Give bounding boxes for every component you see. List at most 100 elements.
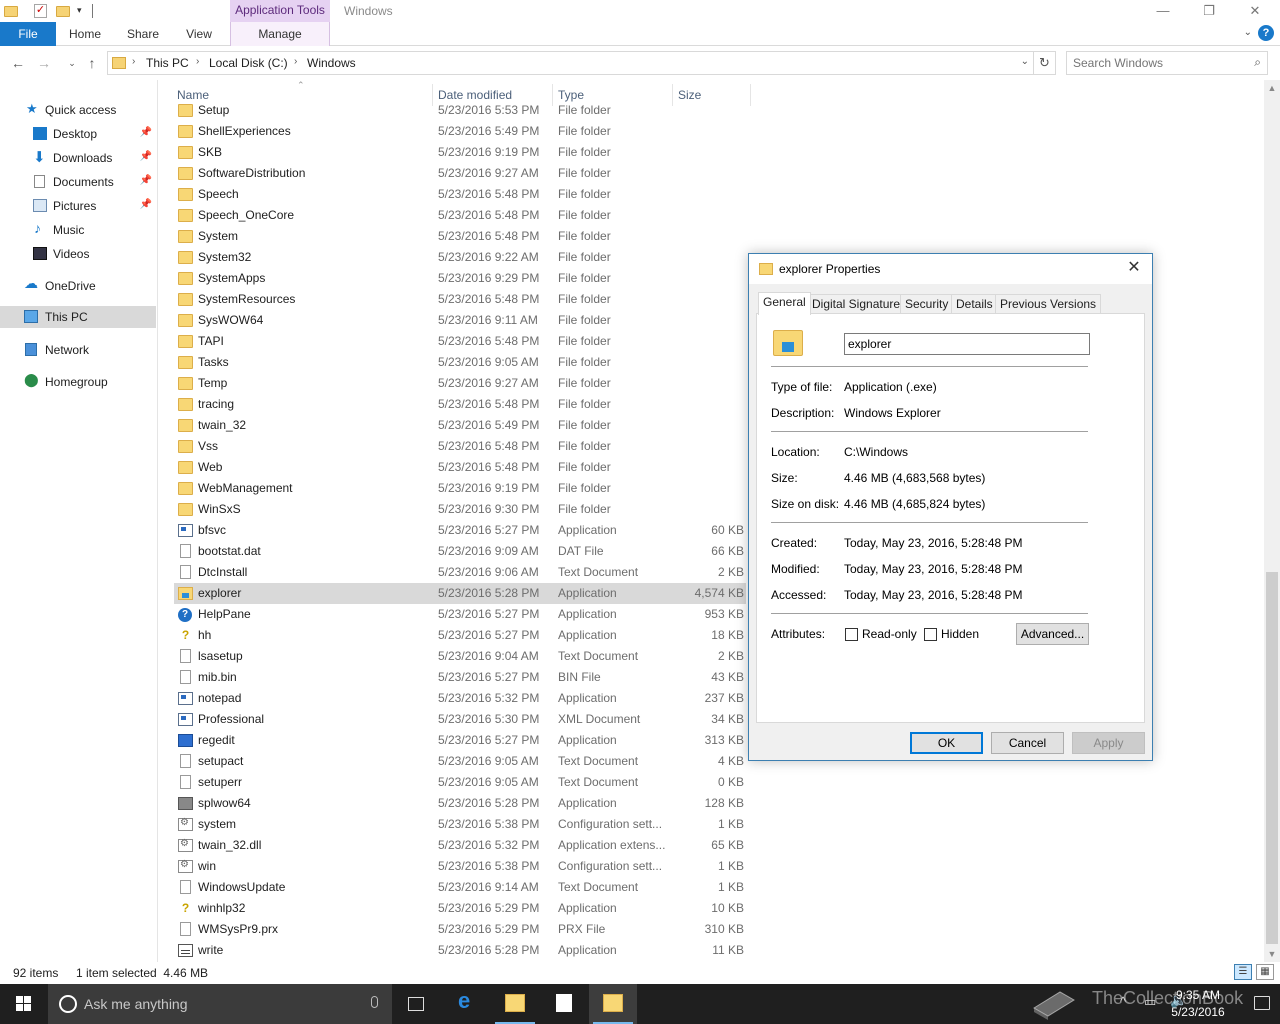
table-row[interactable]: SysWOW64 5/23/2016 9:11 AM File folder xyxy=(174,310,746,331)
address-bar[interactable]: › This PC › Local Disk (C:) › Windows ⌄ xyxy=(107,51,1034,75)
hidden-label[interactable]: Hidden xyxy=(941,627,979,641)
breadcrumb-local-disk[interactable]: Local Disk (C:) xyxy=(209,56,288,70)
taskbar-edge[interactable]: e xyxy=(442,984,490,1024)
table-row[interactable]: TAPI 5/23/2016 5:48 PM File folder xyxy=(174,331,746,352)
table-row[interactable]: Vss 5/23/2016 5:48 PM File folder xyxy=(174,436,746,457)
chevron-right-icon[interactable]: › xyxy=(132,56,135,67)
tab-general[interactable]: General xyxy=(758,292,811,315)
cortana-search-box[interactable]: Ask me anything xyxy=(48,984,392,1024)
table-row[interactable]: bfsvc 5/23/2016 5:27 PM Application 60 KB xyxy=(174,520,746,541)
nav-item-documents[interactable]: Documents 📌 xyxy=(0,171,156,193)
start-button[interactable] xyxy=(0,984,48,1024)
expand-ribbon-icon[interactable]: ⌄ xyxy=(1244,27,1252,38)
table-row[interactable]: WMSysPr9.prx 5/23/2016 5:29 PM PRX File 310… xyxy=(174,919,746,940)
nav-item-pictures[interactable]: Pictures 📌 xyxy=(0,195,156,217)
table-row[interactable]: notepad 5/23/2016 5:32 PM Application 237 K… xyxy=(174,688,746,709)
read-only-label[interactable]: Read-only xyxy=(862,627,917,641)
tab-security[interactable]: Security xyxy=(900,294,954,314)
pin-icon[interactable]: 📌 xyxy=(140,199,152,210)
network-tray-icon[interactable]: ▭ xyxy=(1144,994,1156,1010)
close-button[interactable]: ✕ xyxy=(1232,0,1278,22)
table-row[interactable]: Temp 5/23/2016 9:27 AM File folder xyxy=(174,373,746,394)
customize-qat-icon[interactable]: ▾ xyxy=(77,5,82,19)
table-row[interactable]: Tasks 5/23/2016 9:05 AM File folder xyxy=(174,352,746,373)
table-row[interactable]: SystemApps 5/23/2016 9:29 PM File folder xyxy=(174,268,746,289)
table-row[interactable]: ? HelpPane 5/23/2016 5:27 PM Application 953… xyxy=(174,604,746,625)
table-row[interactable]: mib.bin 5/23/2016 5:27 PM BIN File 43 KB xyxy=(174,667,746,688)
recent-locations-button[interactable]: ⌄ xyxy=(64,55,80,71)
table-row[interactable]: setupact 5/23/2016 9:05 AM Text Document 4 … xyxy=(174,751,746,772)
vertical-scrollbar[interactable]: ▲ ▼ xyxy=(1264,80,1280,962)
read-only-checkbox[interactable] xyxy=(845,628,858,641)
pin-icon[interactable]: 📌 xyxy=(140,127,152,138)
table-row[interactable]: bootstat.dat 5/23/2016 9:09 AM DAT File 66 … xyxy=(174,541,746,562)
microphone-icon[interactable] xyxy=(371,996,378,1008)
table-row[interactable]: win 5/23/2016 5:38 PM Configuration sett..… xyxy=(174,856,746,877)
table-row[interactable]: ? winhlp32 5/23/2016 5:29 PM Application 10 … xyxy=(174,898,746,919)
nav-item-quick-access[interactable]: ★ Quick access xyxy=(0,99,156,121)
ok-button[interactable]: OK xyxy=(910,732,983,754)
help-icon[interactable]: ? xyxy=(1258,25,1274,41)
taskbar-store[interactable] xyxy=(540,984,588,1024)
search-box[interactable]: ⌕ xyxy=(1066,51,1268,75)
column-divider[interactable] xyxy=(750,84,751,106)
tab-details[interactable]: Details xyxy=(951,294,998,314)
table-row[interactable]: twain_32.dll 5/23/2016 5:32 PM Application… xyxy=(174,835,746,856)
breadcrumb-this-pc[interactable]: This PC xyxy=(146,56,189,70)
chevron-right-icon[interactable]: › xyxy=(294,56,297,67)
nav-item-music[interactable]: ♪ Music xyxy=(0,219,156,241)
pin-icon[interactable]: 📌 xyxy=(140,151,152,162)
tab-share[interactable]: Share xyxy=(118,22,168,46)
nav-item-homegroup[interactable]: ⬤ Homegroup xyxy=(0,371,156,393)
table-row[interactable]: explorer 5/23/2016 5:28 PM Application 4,57… xyxy=(174,583,746,604)
breadcrumb-windows[interactable]: Windows xyxy=(307,56,356,70)
chevron-down-icon[interactable]: ⌄ xyxy=(1021,56,1029,67)
table-row[interactable]: ? hh 5/23/2016 5:27 PM Application 18 KB xyxy=(174,625,746,646)
table-row[interactable]: lsasetup 5/23/2016 9:04 AM Text Document 2 … xyxy=(174,646,746,667)
table-row[interactable]: SoftwareDistribution 5/23/2016 9:27 AM Fil… xyxy=(174,163,746,184)
new-folder-icon[interactable] xyxy=(56,6,70,17)
table-row[interactable]: splwow64 5/23/2016 5:28 PM Application 128 … xyxy=(174,793,746,814)
table-row[interactable]: System 5/23/2016 5:48 PM File folder xyxy=(174,226,746,247)
table-row[interactable]: Professional 5/23/2016 5:30 PM XML Documen… xyxy=(174,709,746,730)
taskbar-file-explorer-active[interactable] xyxy=(589,984,637,1024)
table-row[interactable]: Speech_OneCore 5/23/2016 5:48 PM File fold… xyxy=(174,205,746,226)
table-row[interactable]: SKB 5/23/2016 9:19 PM File folder xyxy=(174,142,746,163)
dialog-close-icon[interactable]: ✕ xyxy=(1124,258,1144,278)
table-row[interactable]: ShellExperiences 5/23/2016 5:49 PM File fo… xyxy=(174,121,746,142)
table-row[interactable]: setuperr 5/23/2016 9:05 AM Text Document 0 … xyxy=(174,772,746,793)
scrollbar-thumb[interactable] xyxy=(1266,572,1278,944)
table-row[interactable]: WinSxS 5/23/2016 9:30 PM File folder xyxy=(174,499,746,520)
cancel-button[interactable]: Cancel xyxy=(991,732,1064,754)
large-icons-view-icon[interactable]: ▦ xyxy=(1256,964,1274,980)
table-row[interactable]: Web 5/23/2016 5:48 PM File folder xyxy=(174,457,746,478)
clock-date[interactable]: 5/23/2016 xyxy=(1158,1005,1238,1019)
table-row[interactable]: system 5/23/2016 5:38 PM Configuration set… xyxy=(174,814,746,835)
nav-item-onedrive[interactable]: ☁ OneDrive xyxy=(0,275,156,297)
file-name-field[interactable] xyxy=(844,333,1090,355)
chevron-right-icon[interactable]: › xyxy=(196,56,199,67)
table-row[interactable]: WindowsUpdate 5/23/2016 9:14 AM Text Docum… xyxy=(174,877,746,898)
tray-overflow-icon[interactable]: ^ xyxy=(1120,994,1126,1009)
nav-item-desktop[interactable]: Desktop 📌 xyxy=(0,123,156,145)
tab-manage[interactable]: Manage xyxy=(230,22,330,46)
details-view-icon[interactable]: ☰ xyxy=(1234,964,1252,980)
table-row[interactable]: twain_32 5/23/2016 5:49 PM File folder xyxy=(174,415,746,436)
search-icon[interactable]: ⌕ xyxy=(1254,55,1261,70)
tab-file[interactable]: File xyxy=(0,22,56,46)
task-view-button[interactable] xyxy=(392,984,440,1024)
tab-previous-versions[interactable]: Previous Versions xyxy=(995,294,1102,314)
advanced-button[interactable]: Advanced... xyxy=(1016,623,1089,645)
pin-icon[interactable]: 📌 xyxy=(140,175,152,186)
back-button[interactable]: ← xyxy=(10,55,26,71)
properties-icon[interactable]: ✓ xyxy=(34,4,47,18)
action-center-icon[interactable] xyxy=(1254,996,1270,1010)
nav-item-downloads[interactable]: ⬇ Downloads 📌 xyxy=(0,147,156,169)
search-input[interactable] xyxy=(1073,56,1243,70)
hidden-checkbox[interactable] xyxy=(924,628,937,641)
forward-button[interactable]: → xyxy=(36,55,52,71)
nav-item-this-pc[interactable]: This PC xyxy=(0,306,156,328)
nav-item-network[interactable]: Network xyxy=(0,339,156,361)
clock-time[interactable]: 9:35 AM xyxy=(1158,988,1238,1002)
tab-digital-signatures[interactable]: Digital Signatures xyxy=(807,294,912,314)
